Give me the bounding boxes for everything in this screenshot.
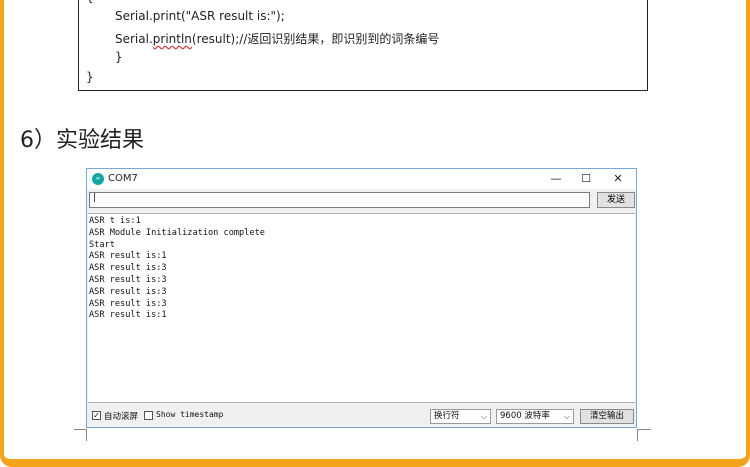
- output-line: ASR result is:1: [89, 251, 167, 262]
- clear-output-button[interactable]: 清空输出: [580, 409, 634, 424]
- crop-mark: [86, 429, 87, 441]
- send-button[interactable]: 发送: [597, 192, 635, 208]
- close-button[interactable]: ✕: [604, 171, 632, 187]
- title-bar[interactable]: ∞ COM7 — ☐ ✕: [87, 169, 636, 189]
- baud-rate-select[interactable]: 9600 波特率 ⌵: [496, 409, 574, 424]
- code-line-println: Serial.println(result);//返回识别结果，即识别到的词条编…: [115, 32, 440, 46]
- output-line: ASR Module Initialization complete: [89, 227, 265, 238]
- output-line: ASR result is:1: [89, 310, 167, 321]
- arduino-icon: ∞: [92, 173, 104, 185]
- maximize-button[interactable]: ☐: [572, 171, 600, 187]
- send-row: | 发送: [89, 192, 635, 210]
- code-inner-close: }: [115, 50, 123, 64]
- output-line: ASR result is:3: [89, 263, 167, 274]
- send-input[interactable]: |: [89, 192, 590, 208]
- timestamp-checkbox[interactable]: [144, 411, 153, 420]
- line-ending-select[interactable]: 换行符 ⌵: [430, 409, 491, 424]
- minimize-button[interactable]: —: [542, 171, 570, 187]
- code-snippet: { Serial.print("ASR result is:"); Serial…: [78, 0, 648, 91]
- status-bar: ✓ 自动滚屏 Show timestamp 换行符 ⌵ 9600 波特率 ⌵ 清空输…: [87, 407, 636, 427]
- code-outer-close: }: [86, 70, 94, 84]
- window-title: COM7: [108, 173, 138, 184]
- autoscroll-label: 自动滚屏: [104, 412, 139, 422]
- output-line: ASR t is:1: [89, 216, 141, 226]
- serial-monitor-window: ∞ COM7 — ☐ ✕ | 发送 ASR t is:1 ASR Module I…: [86, 168, 637, 428]
- crop-mark: [637, 429, 651, 430]
- section-title: 6）实验结果: [20, 128, 144, 153]
- serial-output[interactable]: ASR t is:1 ASR Module Initialization comp…: [88, 213, 635, 403]
- crop-mark: [637, 429, 638, 441]
- crop-mark: [74, 429, 86, 430]
- timestamp-label: Show timestamp: [156, 410, 224, 419]
- output-line: Start: [89, 239, 115, 250]
- chevron-down-icon: ⌵: [563, 412, 570, 421]
- chevron-down-icon: ⌵: [480, 412, 487, 421]
- code-line-print: Serial.print("ASR result is:");: [115, 9, 285, 23]
- code-brace-open: {: [86, 0, 94, 4]
- spellcheck-squiggle: println: [152, 32, 192, 46]
- autoscroll-checkbox[interactable]: ✓: [92, 411, 101, 420]
- output-line: ASR result is:3: [89, 274, 167, 285]
- output-line: ASR result is:3: [89, 298, 167, 309]
- output-line: ASR result is:3: [89, 286, 167, 297]
